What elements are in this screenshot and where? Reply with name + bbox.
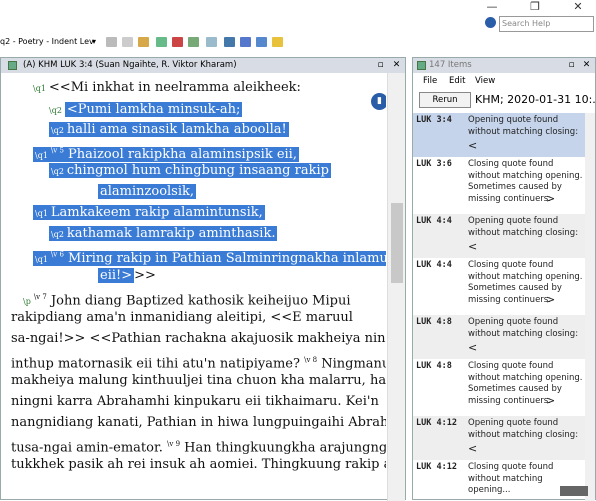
marker-q1: \q1: [33, 84, 46, 93]
text-line[interactable]: alaminzoolsik,: [98, 183, 197, 201]
text-line[interactable]: \q2 kathamak lamrakip aminthasik.: [49, 225, 278, 243]
restore-button[interactable]: ❐: [520, 0, 550, 14]
chart-icon[interactable]: ▮: [371, 93, 386, 110]
window-close-icon[interactable]: ✕: [390, 59, 403, 71]
note-icon[interactable]: [272, 37, 283, 47]
vertical-scrollbar[interactable]: [387, 73, 405, 501]
paste-icon[interactable]: [138, 37, 149, 47]
minimize-button[interactable]: —: [477, 0, 507, 14]
text-line[interactable]: tusa-ngai amin-emator. \v 9 Han thingkuu…: [11, 435, 386, 455]
list-item[interactable]: LUK 4:8 Opening quote found without match…: [413, 315, 585, 359]
spell-icon[interactable]: [172, 37, 183, 47]
style-selector[interactable]: q2 - Poetry - Indent Lev: [0, 36, 100, 48]
text-line[interactable]: tukkhek pasik ah rei insuk ah aomiei. Th…: [11, 456, 386, 474]
text-line[interactable]: \q1 Lamkakeem rakip alamintunsik,: [33, 204, 265, 222]
scripture-text[interactable]: ▮ \q1 <<Mi inkhat in neelramma aleikheek:…: [1, 73, 386, 501]
text-panel-title: (A) KHM LUK 3:4 (Suan Ngaihte, R. Viktor…: [1, 58, 405, 73]
text-line[interactable]: \q1 <<Mi inkhat in neelramma aleikheek:: [33, 79, 301, 97]
scrollbar-thumb[interactable]: [391, 203, 403, 283]
document-icon: [8, 61, 17, 70]
chevron-down-icon[interactable]: ▾: [92, 37, 96, 46]
copy-icon[interactable]: [122, 37, 133, 47]
list-item[interactable]: LUK 4:4 Closing quote found without match…: [413, 258, 585, 315]
text-line[interactable]: sa-ngai!>> <<Pathian rachakna akajuosik …: [11, 330, 386, 348]
scroll-handle[interactable]: [560, 486, 588, 496]
check-info: KHM; 2020-01-31 10:...: [475, 93, 595, 106]
text-line[interactable]: \q2 <Pumi lamkha minsuk-ah;: [49, 101, 243, 119]
text-line[interactable]: \p\v 7 John diang Baptized kathosik keih…: [23, 288, 350, 308]
window-pin-icon[interactable]: ▫: [565, 59, 578, 71]
results-list: LUK 3:4 Opening quote found without match…: [413, 113, 585, 501]
text-line[interactable]: ningni karra Abrahamhi kinpukaru eii tik…: [11, 393, 379, 411]
menu-view[interactable]: View: [475, 76, 495, 86]
list-item[interactable]: LUK 3:4 Opening quote found without match…: [413, 113, 585, 157]
checks-panel: 147 Items ▫ ✕ File Edit View Rerun KHM; …: [412, 57, 596, 501]
find-icon[interactable]: [156, 37, 167, 47]
rerun-button[interactable]: Rerun: [419, 92, 471, 108]
text-line[interactable]: \q1\v 5 Phaizool rakipkha alaminsipsik e…: [33, 142, 299, 163]
list-icon: [417, 61, 426, 70]
table-icon[interactable]: [206, 37, 217, 47]
text-line[interactable]: eii!> >>: [98, 267, 156, 285]
top-bar: — ❐ ✕ Search Help q2 - Poetry - Indent L…: [0, 0, 596, 55]
cut-icon[interactable]: [106, 37, 117, 47]
help-icon[interactable]: [485, 17, 496, 28]
text-line[interactable]: makheiya malung kinthuuljei tina chuon k…: [11, 372, 386, 390]
text-panel: (A) KHM LUK 3:4 (Suan Ngaihte, R. Viktor…: [0, 57, 406, 501]
menu-file[interactable]: File: [423, 76, 437, 86]
list-scrollbar[interactable]: [585, 113, 595, 501]
close-button[interactable]: ✕: [563, 0, 593, 14]
text-line[interactable]: rakipdiang ama'n inmanidiang aleitipi, <…: [11, 309, 353, 327]
search-input[interactable]: Search Help: [499, 16, 594, 32]
list-item[interactable]: LUK 3:6 Closing quote found without match…: [413, 157, 585, 214]
speaker-icon[interactable]: [240, 37, 251, 47]
window-close-icon[interactable]: ✕: [580, 59, 593, 71]
transfer-icon[interactable]: [256, 37, 267, 47]
text-line[interactable]: inthup matornasik eii tihi atu'n natipiy…: [11, 351, 386, 371]
list-item[interactable]: LUK 4:12 Opening quote found without matc…: [413, 416, 585, 460]
window-pin-icon[interactable]: ▫: [374, 59, 387, 71]
list-item[interactable]: LUK 4:4 Opening quote found without match…: [413, 214, 585, 258]
list-item[interactable]: LUK 4:8 Closing quote found without match…: [413, 359, 585, 416]
menu-edit[interactable]: Edit: [449, 76, 465, 86]
text-line[interactable]: \q2 chingmol hum chingbung insaang rakip: [49, 162, 331, 180]
text-line[interactable]: \q1\v 6 Miring rakip in Pathian Salminri…: [33, 246, 386, 267]
text-line[interactable]: \q2 halli ama sinasik lamkha aboolla!: [49, 121, 289, 139]
text-line[interactable]: nangnidiang kanati, Pathian in hiwa lung…: [11, 414, 386, 432]
grid-icon[interactable]: [188, 37, 199, 47]
user-icon[interactable]: [224, 37, 235, 47]
